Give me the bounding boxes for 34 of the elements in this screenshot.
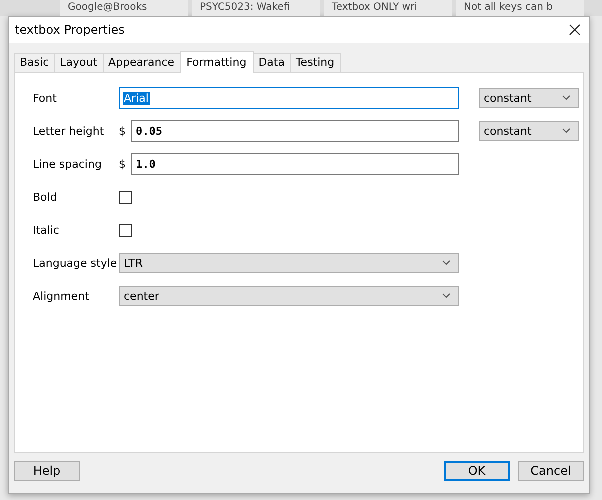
field-label: Language style (33, 256, 118, 270)
browser-tab[interactable]: Google@Brooks (60, 0, 188, 16)
mode-dropdown[interactable]: constant (479, 121, 579, 141)
field-label: Alignment (33, 290, 90, 302)
field-label: Letter height (33, 124, 106, 138)
dialog-button[interactable]: Help (14, 461, 80, 481)
field-label: Font (33, 92, 58, 104)
browser-tab[interactable]: Textbox ONLY wri (324, 0, 452, 16)
caret-icon (562, 95, 571, 101)
caret-icon (442, 260, 451, 266)
caret-icon (562, 128, 571, 134)
field-label: Bold (33, 190, 58, 204)
dollar-sign: $ (119, 158, 127, 170)
window-title: textbox Properties (15, 23, 125, 37)
dropdown[interactable]: LTR (119, 253, 459, 273)
checkbox[interactable] (119, 224, 132, 236)
input-field[interactable]: Arial (119, 87, 459, 109)
dialog-button[interactable]: OK (444, 461, 510, 481)
caret-icon (442, 293, 451, 299)
field-label: Italic (33, 224, 60, 236)
input-field[interactable]: 0.05 (131, 120, 459, 142)
tab[interactable]: Testing (290, 53, 341, 72)
tab[interactable]: Basic (14, 53, 56, 72)
checkbox[interactable] (119, 190, 132, 204)
browser-tab[interactable]: Not all keys can b (456, 0, 584, 16)
close-icon[interactable] (569, 24, 581, 36)
mode-dropdown[interactable]: constant (479, 88, 579, 108)
dollar-sign: $ (119, 124, 127, 138)
browser-tab[interactable]: PSYC5023: Wakefi (192, 0, 320, 16)
dropdown[interactable]: center (119, 286, 459, 306)
tab[interactable]: Formatting (180, 51, 254, 73)
field-label: Line spacing (33, 158, 103, 170)
input-field[interactable]: 1.0 (131, 153, 459, 175)
dialog-button[interactable]: Cancel (518, 461, 584, 481)
